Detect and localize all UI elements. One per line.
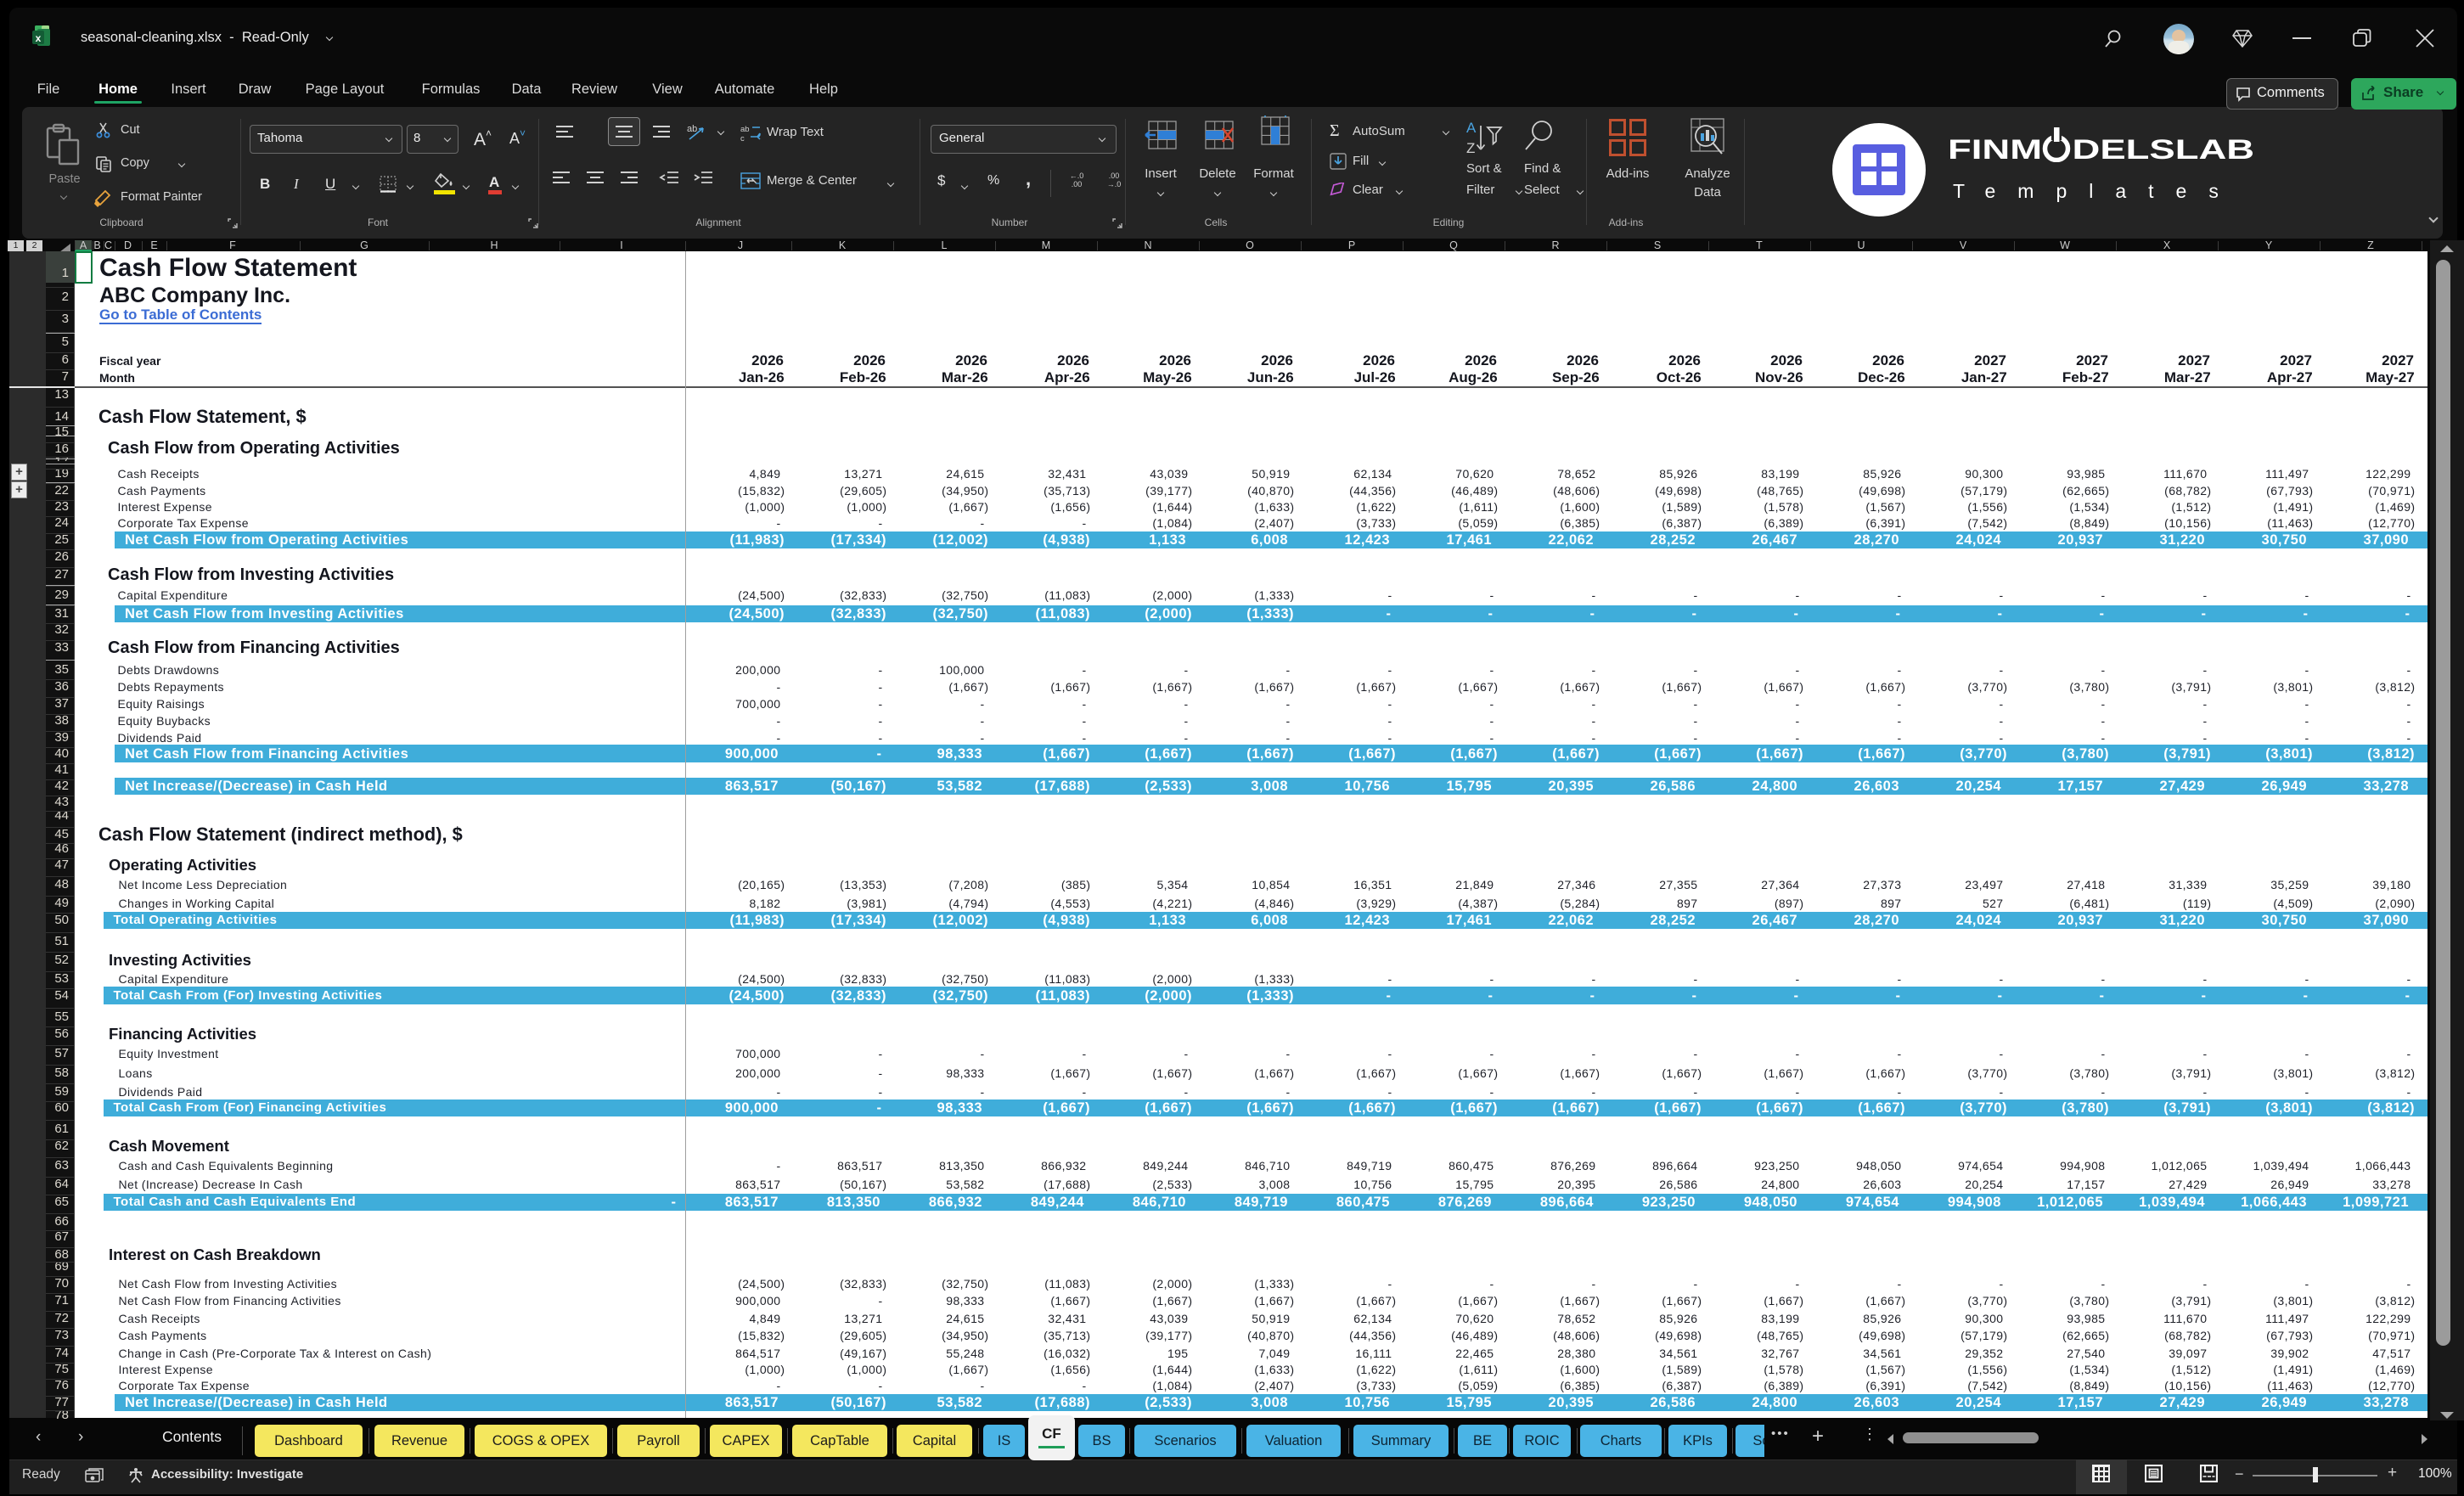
svg-text:Z: Z <box>1466 140 1475 156</box>
svg-text:A: A <box>1466 120 1477 136</box>
svg-text:x: x <box>36 32 42 44</box>
svg-text:ab: ab <box>740 125 750 134</box>
svg-text:ab: ab <box>687 124 697 134</box>
svg-text:c: c <box>740 134 745 143</box>
